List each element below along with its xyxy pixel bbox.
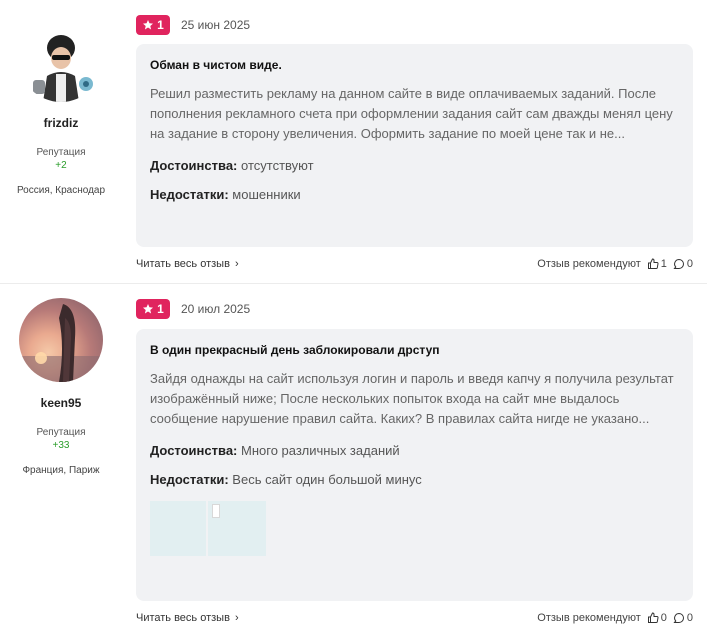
avatar[interactable] bbox=[19, 18, 103, 102]
comments-button[interactable]: 0 bbox=[673, 612, 693, 624]
read-full-review-link[interactable]: Читать весь отзыв › bbox=[136, 258, 239, 270]
review-title[interactable]: Обман в чистом виде. bbox=[150, 58, 679, 72]
author-name[interactable]: frizdiz bbox=[0, 116, 122, 130]
review-footer: Читать весь отзыв › Отзыв рекомендуют 0 … bbox=[136, 612, 693, 624]
review-meta: 1 20 июл 2025 bbox=[136, 299, 250, 319]
review-attachments bbox=[150, 501, 679, 556]
review-text: Решил разместить рекламу на данном сайте… bbox=[150, 86, 673, 141]
review-actions: Отзыв рекомендуют 1 0 bbox=[537, 258, 693, 270]
attachment-thumbnail[interactable] bbox=[208, 501, 266, 556]
review-date: 25 июн 2025 bbox=[181, 18, 251, 32]
like-button[interactable]: 1 bbox=[647, 258, 667, 270]
rating-value: 1 bbox=[157, 302, 164, 316]
star-icon bbox=[143, 304, 154, 314]
recommend-label: Отзыв рекомендуют bbox=[537, 612, 641, 624]
like-button[interactable]: 0 bbox=[647, 612, 667, 624]
review-pros: Достоинства: Много различных заданий bbox=[150, 443, 679, 458]
cons-text: Весь сайт один большой минус bbox=[232, 472, 422, 487]
cons-label: Недостатки: bbox=[150, 187, 229, 202]
reputation-label: Репутация bbox=[36, 147, 86, 158]
review-footer: Читать весь отзыв › Отзыв рекомендуют 1 … bbox=[136, 258, 693, 270]
review-card[interactable]: В один прекрасный день заблокировали дрс… bbox=[136, 329, 693, 601]
cons-text: мошенники bbox=[232, 187, 301, 202]
reputation-value: +33 bbox=[52, 440, 70, 451]
like-count: 1 bbox=[660, 258, 667, 270]
avatar-image bbox=[19, 18, 103, 102]
reputation-value: +2 bbox=[55, 160, 67, 171]
author-name[interactable]: keen95 bbox=[0, 396, 122, 410]
rating-badge: 1 bbox=[136, 15, 170, 35]
comment-icon bbox=[673, 258, 684, 269]
read-full-review-link[interactable]: Читать весь отзыв › bbox=[136, 612, 239, 624]
review-cons: Недостатки: Весь сайт один большой минус bbox=[150, 472, 679, 487]
review-item: keen95 Репутация +33 Франция, Париж 1 20… bbox=[0, 284, 707, 639]
review-card[interactable]: Обман в чистом виде. Решил разместить ре… bbox=[136, 44, 693, 247]
review-text: Зайдя однажды на сайт используя логин и … bbox=[150, 371, 674, 426]
comment-count: 0 bbox=[686, 258, 693, 270]
thumbs-up-icon bbox=[647, 612, 659, 623]
review-date: 20 июл 2025 bbox=[181, 302, 251, 316]
review-item: frizdiz Репутация +2 Россия, Краснодар 1… bbox=[0, 0, 707, 284]
screenshot-preview bbox=[212, 504, 220, 518]
avatar[interactable] bbox=[19, 298, 103, 382]
thumbs-up-icon bbox=[647, 258, 659, 269]
review-actions: Отзыв рекомендуют 0 0 bbox=[537, 612, 693, 624]
reputation-label: Репутация bbox=[36, 427, 86, 438]
attachment-thumbnail[interactable] bbox=[150, 501, 206, 556]
pros-text: отсутствуют bbox=[241, 158, 314, 173]
cons-label: Недостатки: bbox=[150, 472, 229, 487]
read-more-label: Читать весь отзыв bbox=[136, 258, 230, 270]
chevron-right-icon: › bbox=[234, 612, 239, 624]
review-cons: Недостатки: мошенники bbox=[150, 187, 679, 202]
review-author: keen95 Репутация +33 Франция, Париж bbox=[0, 284, 122, 476]
review-title[interactable]: В один прекрасный день заблокировали дрс… bbox=[150, 343, 679, 357]
comments-button[interactable]: 0 bbox=[673, 258, 693, 270]
pros-text: Много различных заданий bbox=[241, 443, 400, 458]
review-meta: 1 25 июн 2025 bbox=[136, 15, 250, 35]
star-icon bbox=[143, 20, 154, 30]
pros-label: Достоинства: bbox=[150, 443, 238, 458]
review-pros: Достоинства: отсутствуют bbox=[150, 158, 679, 173]
author-location: Россия, Краснодар bbox=[16, 185, 106, 196]
rating-value: 1 bbox=[157, 18, 164, 32]
read-more-label: Читать весь отзыв bbox=[136, 612, 230, 624]
rating-badge: 1 bbox=[136, 299, 170, 319]
comment-count: 0 bbox=[686, 612, 693, 624]
comment-icon bbox=[673, 612, 684, 623]
avatar-image bbox=[19, 304, 103, 382]
author-location: Франция, Париж bbox=[22, 465, 100, 476]
recommend-label: Отзыв рекомендуют bbox=[537, 258, 641, 270]
pros-label: Достоинства: bbox=[150, 158, 238, 173]
like-count: 0 bbox=[660, 612, 667, 624]
chevron-right-icon: › bbox=[234, 258, 239, 270]
review-author: frizdiz Репутация +2 Россия, Краснодар bbox=[0, 0, 122, 196]
